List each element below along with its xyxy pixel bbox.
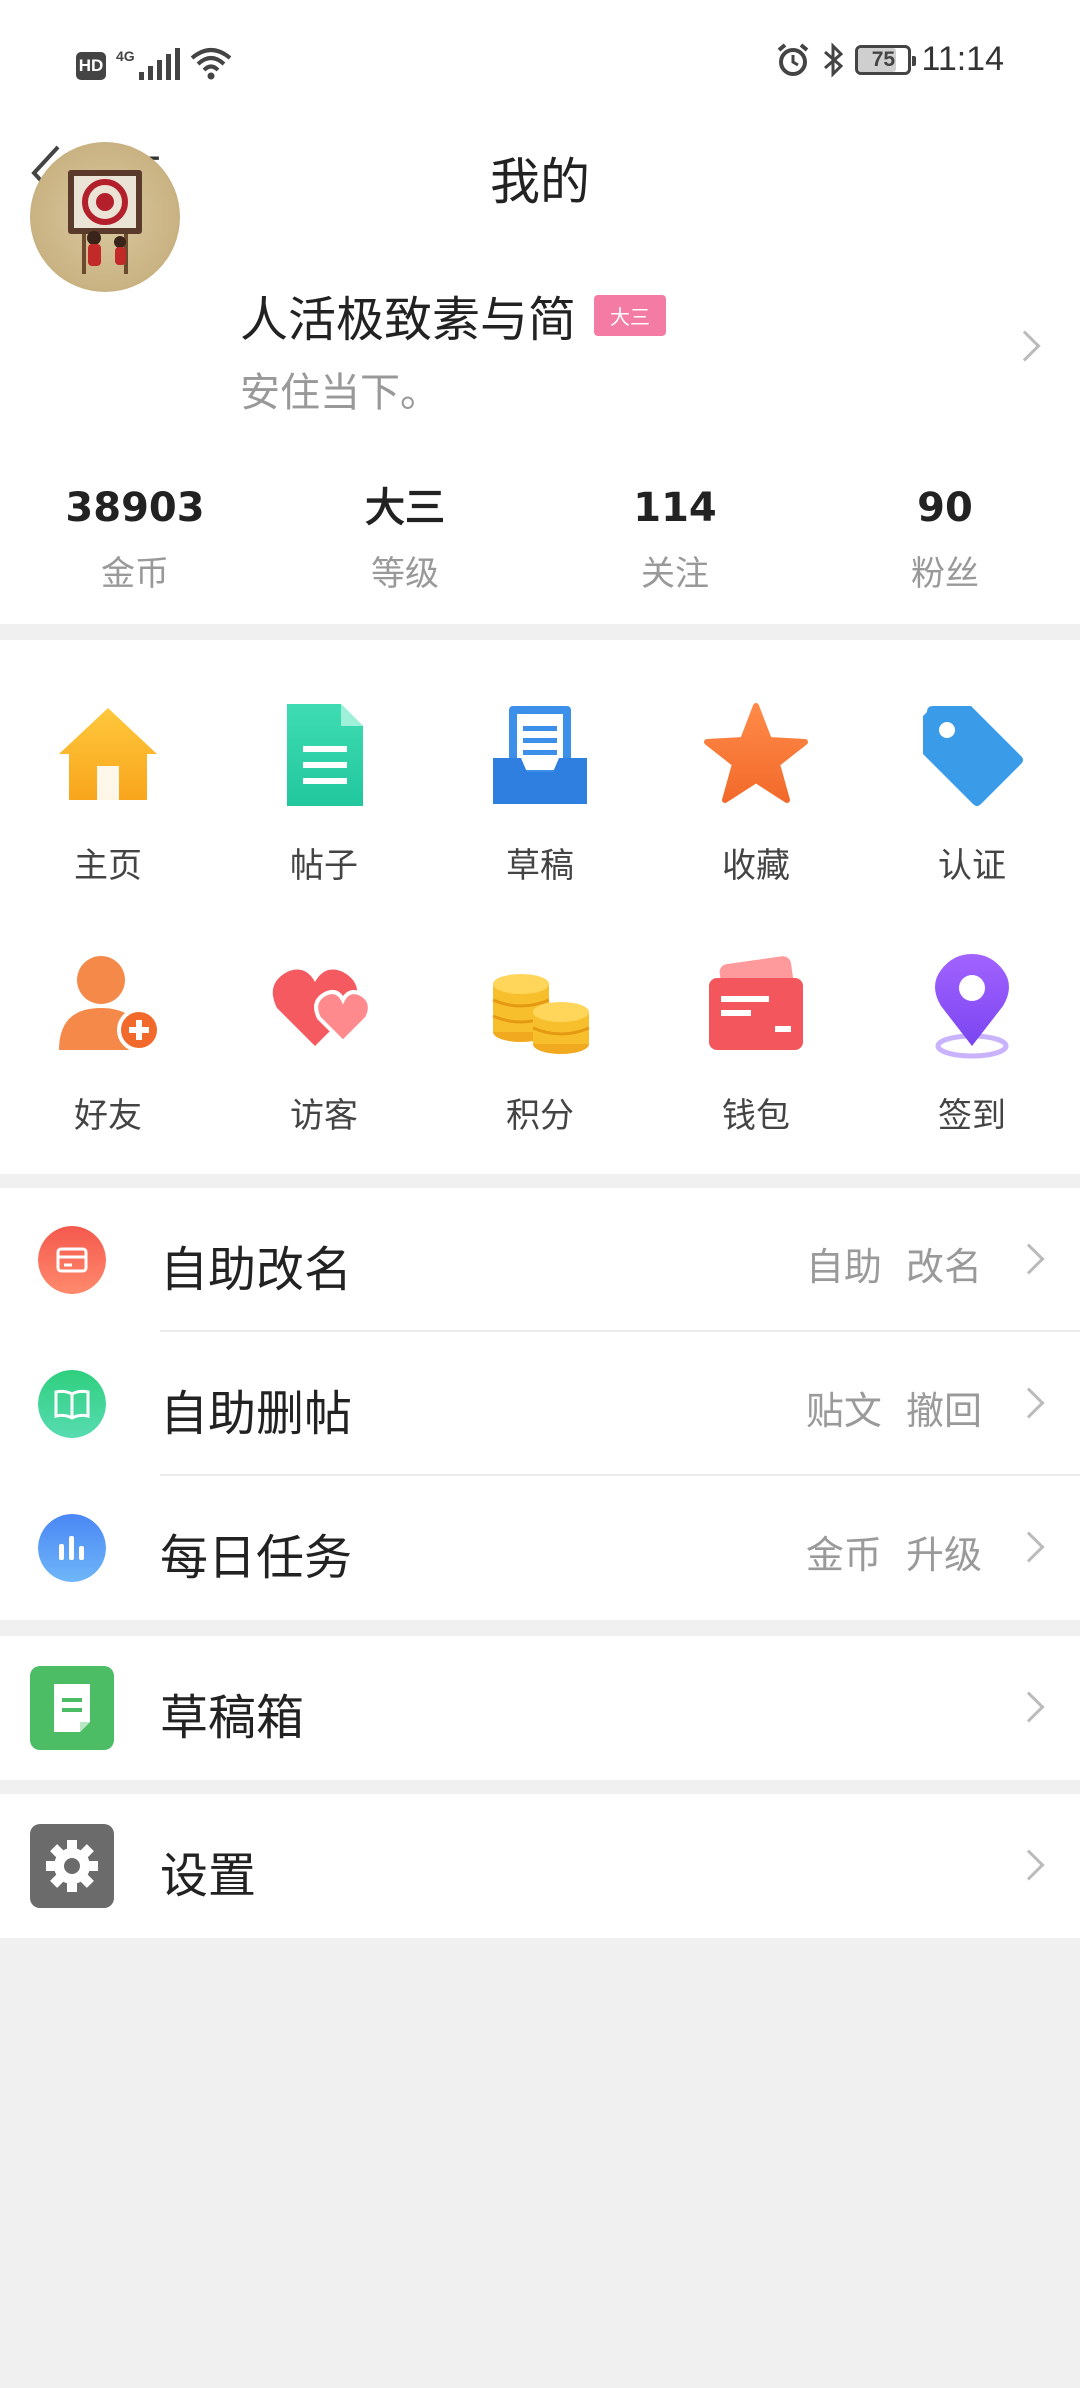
status-left: HD 4G	[76, 46, 232, 80]
stat-coins[interactable]: 38903 金币	[0, 480, 270, 595]
avatar-image	[68, 170, 142, 274]
menu-label: 自助删帖	[160, 1386, 353, 1442]
grid-label: 钱包	[722, 1096, 790, 1136]
grid-label: 签到	[938, 1096, 1006, 1136]
menu-item-draft-box[interactable]: 草稿箱	[0, 1636, 1080, 1780]
grid-label: 主页	[74, 846, 142, 886]
menu-hint: 贴文 撤回	[805, 1389, 982, 1433]
book-icon	[38, 1370, 106, 1438]
stat-following[interactable]: 114 关注	[540, 480, 810, 595]
menu-item-daily-tasks[interactable]: 每日任务 金币 升级	[0, 1476, 1080, 1620]
menu-group-drafts: 草稿箱	[0, 1636, 1080, 1780]
menu-item-settings[interactable]: 设置	[0, 1794, 1080, 1938]
status-right: 75 11:14	[775, 40, 1004, 79]
home-icon	[59, 708, 157, 800]
chevron-right-icon	[1013, 1531, 1045, 1563]
grid-item-posts[interactable]: 帖子	[216, 700, 432, 887]
star-icon	[704, 703, 808, 803]
stat-label: 关注	[641, 554, 709, 594]
add-friend-icon	[59, 956, 161, 1052]
profile-signature: 安住当下。	[240, 370, 440, 416]
wifi-icon	[190, 48, 231, 80]
grid-item-visitors[interactable]: 访客	[216, 950, 432, 1137]
level-badge: 大三	[594, 294, 667, 336]
battery-icon: 75	[855, 44, 917, 75]
grid-item-wallet[interactable]: 钱包	[648, 950, 864, 1137]
network-type: 4G	[116, 48, 135, 64]
bluetooth-icon	[824, 41, 844, 78]
menu-label: 每日任务	[160, 1530, 353, 1586]
stat-label: 粉丝	[911, 554, 979, 594]
grid-label: 积分	[506, 1096, 574, 1136]
tag-icon	[923, 706, 1023, 806]
draft-tray-icon	[493, 706, 587, 804]
menu-group-settings: 设置	[0, 1794, 1080, 1938]
menu-item-rename[interactable]: 自助改名 自助 改名	[0, 1188, 1080, 1332]
gear-icon	[30, 1824, 114, 1908]
menu-label: 自助改名	[160, 1242, 353, 1298]
alarm-icon	[778, 42, 809, 76]
stats-bar: 38903 金币 大三 等级 114 关注 90 粉丝	[0, 480, 1080, 595]
document-icon	[287, 704, 363, 806]
menu-hint: 金币 升级	[805, 1533, 982, 1577]
grid-label: 收藏	[722, 846, 790, 886]
profile-name: 人活极致素与简	[240, 292, 577, 348]
grid-label: 好友	[74, 1096, 142, 1136]
chevron-right-icon	[1013, 1387, 1045, 1419]
stat-value: 90	[917, 485, 973, 531]
menu-label: 草稿箱	[160, 1690, 305, 1746]
menu-group-self-service: 自助改名 自助 改名 自助删帖 贴文 撤回 每日任务 金币 升级	[0, 1188, 1080, 1620]
bar-chart-icon	[38, 1514, 106, 1582]
stat-fans[interactable]: 90 粉丝	[810, 480, 1080, 595]
grid-label: 访客	[290, 1096, 358, 1136]
location-pin-icon	[935, 954, 1009, 1059]
clock: 11:14	[921, 40, 1004, 78]
profile-name-row[interactable]: 人活极致素与简 大三	[240, 280, 667, 350]
grid-item-home[interactable]: 主页	[0, 700, 216, 887]
chevron-right-icon	[1013, 1691, 1045, 1723]
stat-level[interactable]: 大三 等级	[270, 480, 540, 595]
status-bar: HD 4G 75 11:14	[0, 0, 1080, 128]
chevron-right-icon	[1013, 1849, 1045, 1881]
stat-value: 38903	[65, 485, 205, 531]
stat-value: 大三	[365, 485, 445, 531]
menu-item-delete-post[interactable]: 自助删帖 贴文 撤回	[0, 1332, 1080, 1476]
hearts-icon	[272, 969, 372, 1046]
grid-item-points[interactable]: 积分	[432, 950, 648, 1137]
hd-icon: HD	[76, 52, 106, 80]
feature-grid: 主页 帖子 草稿 收藏 认证 好友 访客 积分 钱包 签到	[0, 640, 1080, 1174]
grid-label: 认证	[938, 846, 1006, 886]
menu-hint: 自助 改名	[805, 1245, 982, 1289]
grid-label: 帖子	[290, 846, 358, 886]
grid-item-friends[interactable]: 好友	[0, 950, 216, 1137]
signal-icon	[138, 48, 180, 80]
menu-label: 设置	[160, 1848, 257, 1904]
grid-item-checkin[interactable]: 签到	[864, 950, 1080, 1137]
grid-item-favorites[interactable]: 收藏	[648, 700, 864, 887]
grid-label: 草稿	[506, 846, 574, 886]
coins-icon	[492, 974, 590, 1054]
stat-value: 114	[633, 485, 717, 531]
grid-item-drafts[interactable]: 草稿	[432, 700, 648, 887]
avatar[interactable]	[30, 142, 180, 292]
stat-label: 金币	[101, 554, 169, 594]
draft-box-icon	[30, 1666, 114, 1750]
stat-label: 等级	[371, 554, 439, 594]
wallet-card-icon	[709, 956, 803, 1050]
chevron-right-icon	[1013, 1243, 1045, 1275]
grid-item-verify[interactable]: 认证	[864, 700, 1080, 887]
card-icon	[38, 1226, 106, 1294]
